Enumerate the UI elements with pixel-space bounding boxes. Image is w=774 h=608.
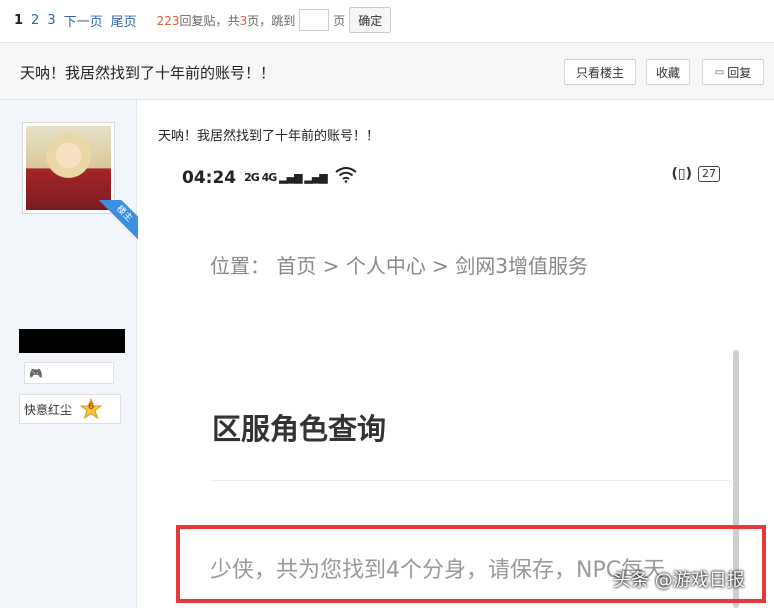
host-badge-label: 楼主 xyxy=(98,200,138,240)
host-badge: 楼主 xyxy=(98,200,138,240)
jump-unit-label: 页 xyxy=(333,13,346,28)
reply-count: 223 xyxy=(156,13,180,28)
reply-suffix: 回复贴，共 xyxy=(179,13,240,28)
phone-battery: (▯) 27 xyxy=(671,166,720,182)
post-title: 天呐！我居然找到了十年前的账号！！ xyxy=(158,129,380,144)
gamepad-icon: 🎮 xyxy=(29,366,43,380)
pagination-bar: 1 2 3 下一页 尾页 223回复贴，共3页，跳到 页 确定 xyxy=(0,0,774,40)
page-link-2[interactable]: 2 xyxy=(31,13,39,28)
jump-page-input[interactable] xyxy=(299,9,330,31)
user-sidebar: 楼主 🎮 快意红尘 6 xyxy=(0,100,138,608)
comment-icon: ▭ xyxy=(714,66,725,78)
thread-title: 天呐！我居然找到了十年前的账号！！ xyxy=(20,64,276,82)
phone-status-bar: 04:24 2G 4G ▂▄▆ ▂▄▆ xyxy=(182,167,357,188)
confirm-jump-button[interactable]: 确定 xyxy=(349,7,392,33)
result-text: 少侠，共为您找到4个分身，请保存，NPC每天 xyxy=(210,558,666,583)
section-title: 区服角色查询 xyxy=(212,412,387,446)
reply-summary: 223回复贴，共3页，跳到 xyxy=(157,12,296,29)
signal-text: 2G 4G xyxy=(244,171,277,184)
current-page: 1 xyxy=(14,12,24,28)
user-level: 快意红尘 6 xyxy=(19,394,121,424)
phone-screenshot: 04:24 2G 4G ▂▄▆ ▂▄▆ (▯) 27 位置： 首页 > 个人中心… xyxy=(150,150,740,608)
only-host-button[interactable]: 只看楼主 xyxy=(564,59,636,85)
next-page-link[interactable]: 下一页 xyxy=(64,11,103,30)
thread-title-bar: 天呐！我居然找到了十年前的账号！！ 只看楼主 收藏 ▭ 回复 xyxy=(0,42,774,100)
last-page-link[interactable]: 尾页 xyxy=(111,11,137,30)
phone-time: 04:24 xyxy=(182,167,237,188)
medal-box: 🎮 xyxy=(24,362,114,384)
page-suffix: 页，跳到 xyxy=(247,13,296,28)
redacted-username xyxy=(19,329,125,353)
page-link-3[interactable]: 3 xyxy=(47,13,55,28)
wifi-icon xyxy=(335,167,357,188)
watermark: 头条 @游戏日报 xyxy=(613,570,745,591)
reply-button-label: 回复 xyxy=(727,65,752,80)
battery-level: 27 xyxy=(698,166,720,182)
divider xyxy=(210,480,730,481)
signal-icon: 2G 4G ▂▄▆ ▂▄▆ xyxy=(244,171,328,184)
level-name: 快意红尘 xyxy=(24,402,73,417)
vibrate-icon: (▯) xyxy=(671,166,692,182)
reply-button[interactable]: ▭ 回复 xyxy=(702,59,764,85)
favorite-button[interactable]: 收藏 xyxy=(646,59,690,85)
level-number: 6 xyxy=(87,402,95,412)
avatar-image xyxy=(26,126,111,210)
level-star-icon: 6 xyxy=(79,397,103,420)
breadcrumb: 位置： 首页 > 个人中心 > 剑网3增值服务 xyxy=(210,254,589,278)
